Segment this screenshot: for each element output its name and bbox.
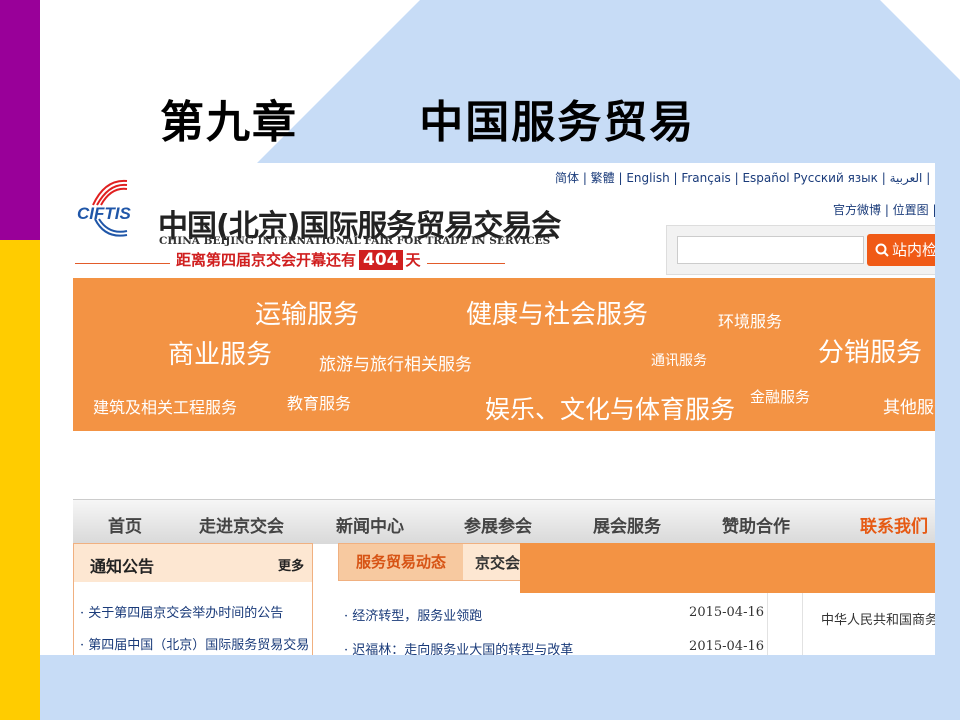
nav-exhibit[interactable]: 参展参会 xyxy=(464,512,532,537)
notice-more-link[interactable]: 更多 xyxy=(278,555,304,574)
search-button[interactable]: 站内检 xyxy=(867,234,935,266)
nav-news[interactable]: 新闻中心 xyxy=(336,512,404,537)
logo-abbr: CIFTIS xyxy=(77,204,131,223)
news-panel: 服务贸易动态 京交会 · 经济转型，服务业领跑 2015-04-16 · 迟福林… xyxy=(338,543,935,655)
nav-home[interactable]: 首页 xyxy=(108,512,142,537)
notice-item[interactable]: · 第四届中国（北京）国际服务贸易交易 xyxy=(80,634,309,653)
search-icon xyxy=(875,243,889,257)
category-transport[interactable]: 运输服务 xyxy=(255,294,359,331)
nav-about[interactable]: 走进京交会 xyxy=(199,512,284,537)
orange-overlay-bar xyxy=(520,543,935,593)
tab-trade-news[interactable]: 服务贸易动态 xyxy=(339,544,463,580)
search-area: 站内检 xyxy=(666,225,935,275)
category-tourism[interactable]: 旅游与旅行相关服务 xyxy=(319,350,472,375)
nav-sponsorship[interactable]: 赞助合作 xyxy=(722,512,790,537)
news-item[interactable]: · 迟福林：走向服务业大国的转型与改革 2015-04-16 xyxy=(344,639,764,655)
category-environment[interactable]: 环境服务 xyxy=(718,308,782,332)
category-communication[interactable]: 通讯服务 xyxy=(651,350,707,370)
service-category-band: 运输服务 健康与社会服务 环境服务 商业服务 旅游与旅行相关服务 通讯服务 分销… xyxy=(73,278,935,431)
column-divider xyxy=(767,593,768,655)
notice-panel-header: 通知公告 更多 xyxy=(74,544,312,582)
countdown-suffix: 天 xyxy=(405,251,421,269)
main-nav: 首页 走进京交会 新闻中心 参展参会 展会服务 赞助合作 联系我们 xyxy=(73,499,935,544)
category-distribution[interactable]: 分销服务 xyxy=(818,332,922,369)
nav-contact[interactable]: 联系我们 xyxy=(860,512,928,537)
countdown-days: 404 xyxy=(359,250,403,270)
right-panel-text[interactable]: 中华人民共和国商务 xyxy=(821,609,935,628)
tab-fair-news[interactable]: 京交会 xyxy=(475,552,520,573)
notice-panel-title: 通知公告 xyxy=(90,557,155,576)
news-date: 2015-04-16 xyxy=(689,639,764,654)
countdown-prefix: 距离第四届京交会开幕还有 xyxy=(176,251,357,269)
site-name-en: CHINA BEIJING INTERNATIONAL FAIR FOR TRA… xyxy=(159,235,551,247)
countdown-banner: 距离第四届京交会开幕还有 404 天 xyxy=(170,249,427,270)
news-title: · 迟福林：走向服务业大国的转型与改革 xyxy=(344,643,574,655)
news-item[interactable]: · 经济转型，服务业领跑 2015-04-16 xyxy=(344,605,764,624)
language-switcher[interactable]: 简体 | 繁體 | English | Français | Español Р… xyxy=(555,169,935,186)
notice-panel: 通知公告 更多 · 关于第四届京交会举办时间的公告 · 第四届中国（北京）国际服… xyxy=(73,543,313,655)
ciftis-logo-icon: CIFTIS xyxy=(77,179,131,237)
news-title: · 经济转型，服务业领跑 xyxy=(344,609,483,624)
category-entertainment[interactable]: 娱乐、文化与体育服务 xyxy=(485,390,735,426)
category-construction[interactable]: 建筑及相关工程服务 xyxy=(93,394,237,418)
left-purple-bar xyxy=(0,0,40,240)
search-button-label: 站内检 xyxy=(892,241,935,259)
left-yellow-bar xyxy=(0,240,40,720)
notice-item[interactable]: · 关于第四届京交会举办时间的公告 xyxy=(80,602,283,621)
nav-services[interactable]: 展会服务 xyxy=(593,512,661,537)
category-other[interactable]: 其他服务 xyxy=(883,393,935,418)
news-date: 2015-04-16 xyxy=(689,605,764,620)
category-education[interactable]: 教育服务 xyxy=(287,390,351,414)
site-logo[interactable]: CIFTIS 中国(北京)国际服务贸易交易会 CHINA BEIJING INT… xyxy=(75,175,561,247)
category-finance[interactable]: 金融服务 xyxy=(750,386,810,407)
category-health[interactable]: 健康与社会服务 xyxy=(466,294,648,331)
right-panel: 中华人民共和国商务 xyxy=(802,593,935,655)
header-sub-links[interactable]: 官方微博 | 位置图 | xyxy=(833,201,935,218)
slide-title: 第九章 中国服务贸易 xyxy=(160,97,696,148)
website-screenshot: CIFTIS 中国(北京)国际服务贸易交易会 CHINA BEIJING INT… xyxy=(40,163,935,655)
search-input[interactable] xyxy=(677,236,864,264)
category-business[interactable]: 商业服务 xyxy=(168,334,272,371)
